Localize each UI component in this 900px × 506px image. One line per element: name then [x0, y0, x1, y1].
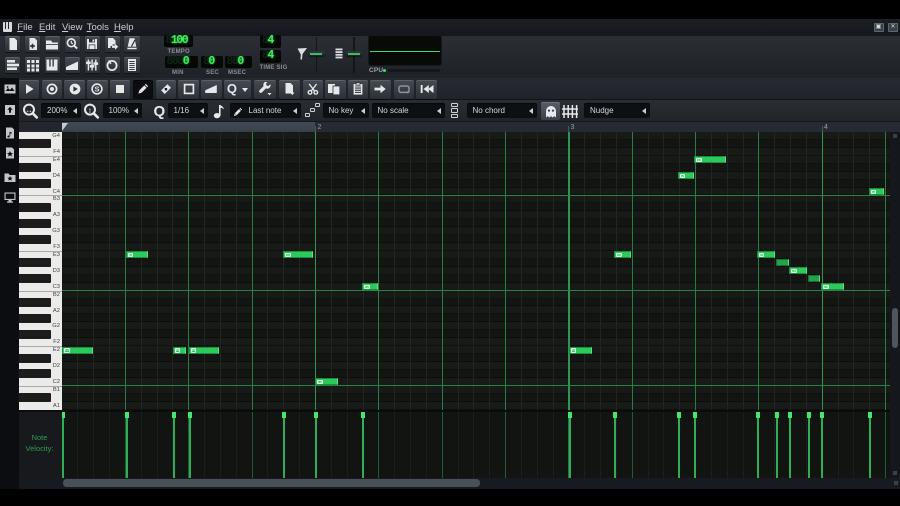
svg-text:↔: ↔: [25, 105, 33, 114]
svg-text:↕: ↕: [88, 105, 92, 114]
svg-text:S: S: [95, 85, 100, 94]
svg-text:Q: Q: [153, 103, 165, 120]
